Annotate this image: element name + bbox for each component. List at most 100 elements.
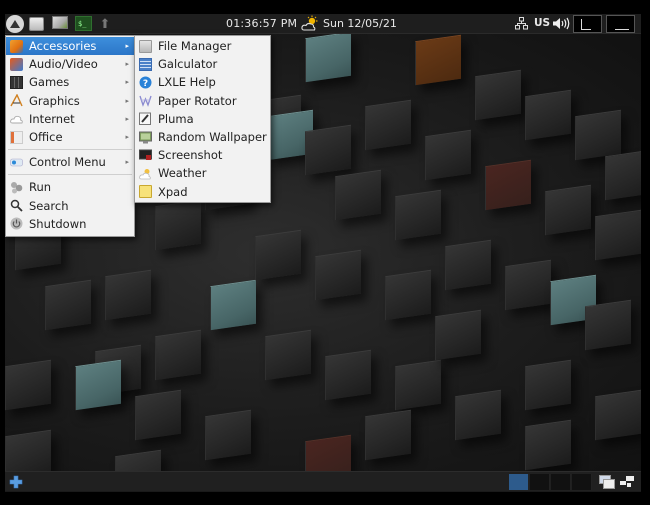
svg-text:?: ? — [143, 79, 148, 89]
help-icon: ? — [139, 76, 152, 89]
accessories-icon — [10, 39, 23, 53]
menu-item-label: Control Menu — [29, 155, 106, 170]
menu-item-search[interactable]: Search — [6, 197, 134, 215]
wallpaper-cube — [155, 329, 201, 381]
menu-item-label: Screenshot — [158, 148, 223, 163]
volume-icon[interactable] — [552, 17, 570, 30]
wallpaper-cube — [305, 434, 351, 472]
menu-item-accessories[interactable]: Accessories ▸ — [6, 37, 134, 56]
up-arrow-icon[interactable]: ⬆ — [97, 16, 113, 32]
menu-item-office[interactable]: Office ▸ — [6, 128, 134, 146]
submenu-item-screenshot[interactable]: Screenshot — [135, 146, 270, 164]
menu-item-label: Pluma — [158, 111, 194, 126]
screenshot-icon — [139, 149, 152, 160]
wallpaper-cube — [335, 169, 381, 221]
menu-item-label: Run — [29, 180, 52, 195]
wallpaper-cube — [5, 429, 51, 472]
wallpaper-cube — [5, 359, 51, 411]
menu-item-label: Paper Rotator — [158, 93, 237, 108]
submenu-arrow-icon: ▸ — [125, 158, 129, 167]
wallpaper-cube — [525, 419, 571, 471]
pager-workspace-1[interactable] — [509, 474, 529, 490]
menu-item-label: Galculator — [158, 57, 218, 72]
submenu-item-weather[interactable]: Weather — [135, 164, 270, 182]
menu-item-label: Audio/Video — [29, 57, 98, 72]
menu-item-games[interactable]: Games ▸ — [6, 73, 134, 91]
submenu-item-pluma[interactable]: Pluma — [135, 110, 270, 128]
search-icon — [10, 199, 23, 212]
wallpaper-cube — [385, 269, 431, 321]
games-icon — [10, 75, 23, 89]
lxle-logo-icon[interactable] — [6, 15, 24, 33]
random-wallpaper-icon — [139, 131, 152, 144]
control-menu-icon — [10, 158, 23, 167]
wallpaper-cube — [595, 389, 641, 441]
submenu-item-lxle-help[interactable]: ? LXLE Help — [135, 73, 270, 91]
wallpaper-cube — [485, 159, 531, 211]
wallpaper-cube — [205, 409, 251, 461]
window-list-icon[interactable] — [599, 475, 615, 489]
internet-icon — [10, 116, 23, 124]
wallpaper-cube — [395, 189, 441, 241]
menu-item-label: Weather — [158, 166, 207, 181]
wallpaper-cube — [525, 89, 571, 141]
wallpaper-cube — [575, 109, 621, 161]
monitor-icon[interactable] — [52, 16, 68, 29]
screen: $_ ⬆ 01:36:57 PM Sun 12/05/21 US Accesso… — [5, 14, 641, 492]
menu-item-audio-video[interactable]: Audio/Video ▸ — [6, 55, 134, 73]
keyboard-layout-indicator[interactable]: US — [534, 17, 550, 29]
pager-workspace-2[interactable] — [530, 474, 550, 490]
network-icon[interactable] — [515, 17, 528, 30]
menu-item-label: Random Wallpaper — [158, 130, 267, 145]
pager-workspace-3[interactable] — [551, 474, 571, 490]
weather-icon — [139, 168, 151, 180]
menu-separator — [8, 174, 132, 176]
terminal-icon[interactable]: $_ — [75, 16, 92, 31]
clock[interactable]: 01:36:57 PM — [226, 17, 297, 30]
menu-item-control-menu[interactable]: Control Menu ▸ — [6, 153, 134, 171]
menu-item-label: LXLE Help — [158, 75, 216, 90]
show-desktop-icon[interactable] — [619, 475, 635, 489]
wallpaper-cube — [105, 269, 151, 321]
accessories-submenu: File Manager Galculator ? LXLE Help Pape… — [134, 35, 271, 203]
menu-item-label: Office — [29, 130, 63, 145]
wallpaper-cube — [155, 199, 201, 251]
submenu-arrow-icon: ▸ — [125, 78, 129, 87]
workspace-1[interactable] — [573, 15, 602, 33]
partly-cloudy-icon[interactable] — [301, 15, 319, 32]
wallpaper-cube — [365, 409, 411, 461]
submenu-item-paper-rotator[interactable]: Paper Rotator — [135, 92, 270, 110]
submenu-item-random-wallpaper[interactable]: Random Wallpaper — [135, 128, 270, 146]
files-icon[interactable] — [29, 17, 44, 31]
submenu-arrow-icon: ▸ — [125, 60, 129, 69]
wallpaper-cube — [75, 359, 121, 411]
menu-separator — [8, 149, 132, 151]
sticky-note-icon — [139, 185, 152, 199]
menu-item-label: Internet — [29, 111, 75, 126]
menu-item-shutdown[interactable]: Shutdown — [6, 215, 134, 233]
submenu-item-file-manager[interactable]: File Manager — [135, 37, 270, 55]
file-manager-icon — [139, 39, 152, 53]
top-panel: $_ ⬆ 01:36:57 PM Sun 12/05/21 US — [5, 14, 641, 34]
submenu-item-galculator[interactable]: Galculator — [135, 55, 270, 73]
date[interactable]: Sun 12/05/21 — [323, 17, 397, 30]
menu-item-label: Accessories — [29, 39, 97, 54]
bottom-panel — [5, 471, 641, 491]
submenu-arrow-icon: ▸ — [125, 133, 129, 142]
wallpaper-cube — [455, 389, 501, 441]
pager-workspace-4[interactable] — [572, 474, 592, 490]
menu-item-graphics[interactable]: Graphics ▸ — [6, 92, 134, 110]
submenu-item-xpad[interactable]: Xpad — [135, 183, 270, 201]
menu-item-label: Xpad — [158, 184, 188, 199]
workspace-2[interactable] — [606, 15, 635, 33]
menu-item-run[interactable]: Run — [6, 178, 134, 196]
menu-item-internet[interactable]: Internet ▸ — [6, 110, 134, 128]
wallpaper-cube — [315, 249, 361, 301]
wallpaper-cube — [305, 33, 351, 83]
wallpaper-cube — [115, 449, 161, 472]
plus-icon[interactable] — [9, 475, 23, 489]
calculator-icon — [139, 57, 152, 71]
wallpaper-cube — [325, 349, 371, 401]
wallpaper-cube — [135, 389, 181, 441]
paper-rotator-icon — [139, 95, 152, 108]
